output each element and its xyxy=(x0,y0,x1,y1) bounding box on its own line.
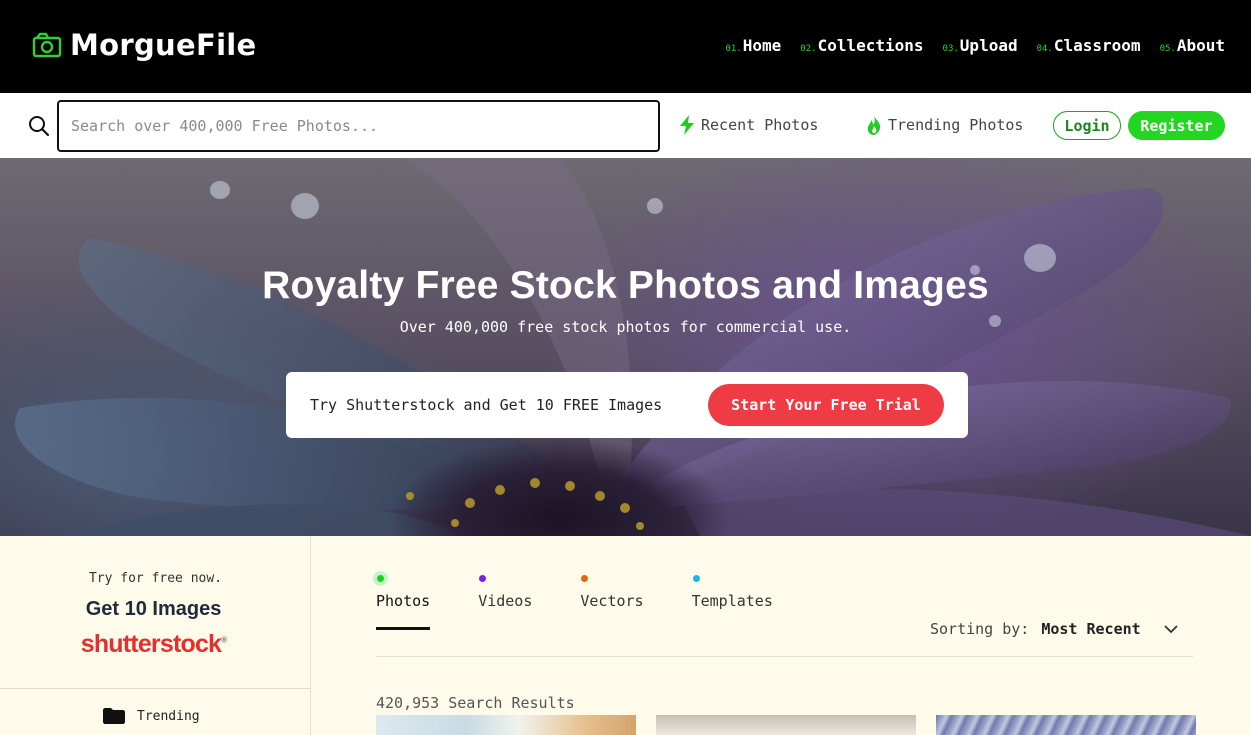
folder-icon xyxy=(103,708,125,724)
nav-number: 05. xyxy=(1159,44,1176,54)
flame-icon xyxy=(867,115,881,135)
tabs-divider xyxy=(376,656,1193,657)
tab-dot xyxy=(581,575,589,582)
shutterstock-logo-text: shutterstock xyxy=(80,630,222,658)
nav-item-about[interactable]: 05.About xyxy=(1160,36,1225,55)
tab-templates[interactable]: Templates xyxy=(691,575,773,630)
top-bar: MorgueFile 01.Home 02.Collections 03.Upl… xyxy=(0,0,1251,93)
nav-number: 01. xyxy=(725,44,742,54)
tab-dot xyxy=(479,575,487,582)
start-free-trial-button[interactable]: Start Your Free Trial xyxy=(708,384,944,426)
results-count: 420,953 Search Results xyxy=(376,694,575,712)
sidebar-item-label: Trending xyxy=(137,708,200,724)
nav-label: Collections xyxy=(817,36,924,55)
nav-number: 03. xyxy=(942,44,959,54)
photo-thumbnail[interactable] xyxy=(936,715,1196,735)
search-icon[interactable] xyxy=(28,115,50,137)
search-bar-row: Recent Photos Trending Photos Login Regi… xyxy=(0,93,1251,158)
nav-label: About xyxy=(1176,36,1225,55)
sort-dropdown[interactable]: Sorting by: Most Recent xyxy=(930,620,1179,638)
sort-label: Sorting by: xyxy=(930,620,1030,638)
promo-text: Try Shutterstock and Get 10 FREE Images xyxy=(310,396,663,414)
hero-background-image xyxy=(15,158,1251,536)
nav-number: 02. xyxy=(800,44,817,54)
nav-label: Classroom xyxy=(1053,36,1141,55)
ad-tagline: Try for free now. xyxy=(88,571,223,586)
photo-thumbnail[interactable] xyxy=(376,715,636,735)
chevron-down-icon xyxy=(1164,625,1178,634)
nav-number: 04. xyxy=(1036,44,1053,54)
media-type-tabs: Photos Videos Vectors Templates xyxy=(376,575,821,630)
trending-photos-label: Trending Photos xyxy=(888,116,1024,134)
sidebar-divider xyxy=(0,688,311,689)
ad-headline[interactable]: Get 10 Images xyxy=(0,598,307,621)
nav-label: Upload xyxy=(959,36,1018,55)
shutterstock-logo[interactable]: shutterstock® xyxy=(0,630,307,659)
nav-item-classroom[interactable]: 04.Classroom xyxy=(1037,36,1141,55)
nav-label: Home xyxy=(742,36,782,55)
hero-subtitle: Over 400,000 free stock photos for comme… xyxy=(399,318,852,336)
search-input[interactable] xyxy=(57,100,660,152)
lightning-icon xyxy=(680,115,694,135)
trending-photos-link[interactable]: Trending Photos xyxy=(866,115,1023,135)
tab-label: Templates xyxy=(691,592,773,610)
register-button[interactable]: Register xyxy=(1128,111,1225,140)
nav-item-upload[interactable]: 03.Upload xyxy=(943,36,1018,55)
recent-photos-link[interactable]: Recent Photos xyxy=(679,115,818,135)
tab-videos[interactable]: Videos xyxy=(478,575,533,630)
login-button[interactable]: Login xyxy=(1053,111,1121,140)
hero-title: Royalty Free Stock Photos and Images xyxy=(262,264,989,307)
main-nav: 01.Home 02.Collections 03.Upload 04.Clas… xyxy=(726,36,1226,55)
recent-photos-label: Recent Photos xyxy=(701,116,819,134)
logo[interactable]: MorgueFile xyxy=(32,28,257,62)
sort-value: Most Recent xyxy=(1041,620,1141,638)
left-sidebar: Try for free now. Get 10 Images shutters… xyxy=(0,536,311,735)
tab-label: Photos xyxy=(376,592,431,610)
tab-label: Vectors xyxy=(580,592,644,610)
tab-label: Videos xyxy=(478,592,533,610)
camera-icon xyxy=(32,32,62,58)
hero-banner: Royalty Free Stock Photos and Images Ove… xyxy=(0,158,1251,536)
nav-item-home[interactable]: 01.Home xyxy=(726,36,782,55)
logo-text: MorgueFile xyxy=(70,28,257,62)
nav-item-collections[interactable]: 02.Collections xyxy=(800,36,923,55)
tab-photos[interactable]: Photos xyxy=(376,575,431,630)
sidebar-item-trending[interactable]: Trending xyxy=(103,708,200,724)
photo-thumbnail[interactable] xyxy=(656,715,916,735)
tab-dot xyxy=(377,575,384,582)
tab-dot xyxy=(692,575,700,582)
tab-vectors[interactable]: Vectors xyxy=(580,575,644,630)
shutterstock-promo-box: Try Shutterstock and Get 10 FREE Images … xyxy=(286,372,968,438)
